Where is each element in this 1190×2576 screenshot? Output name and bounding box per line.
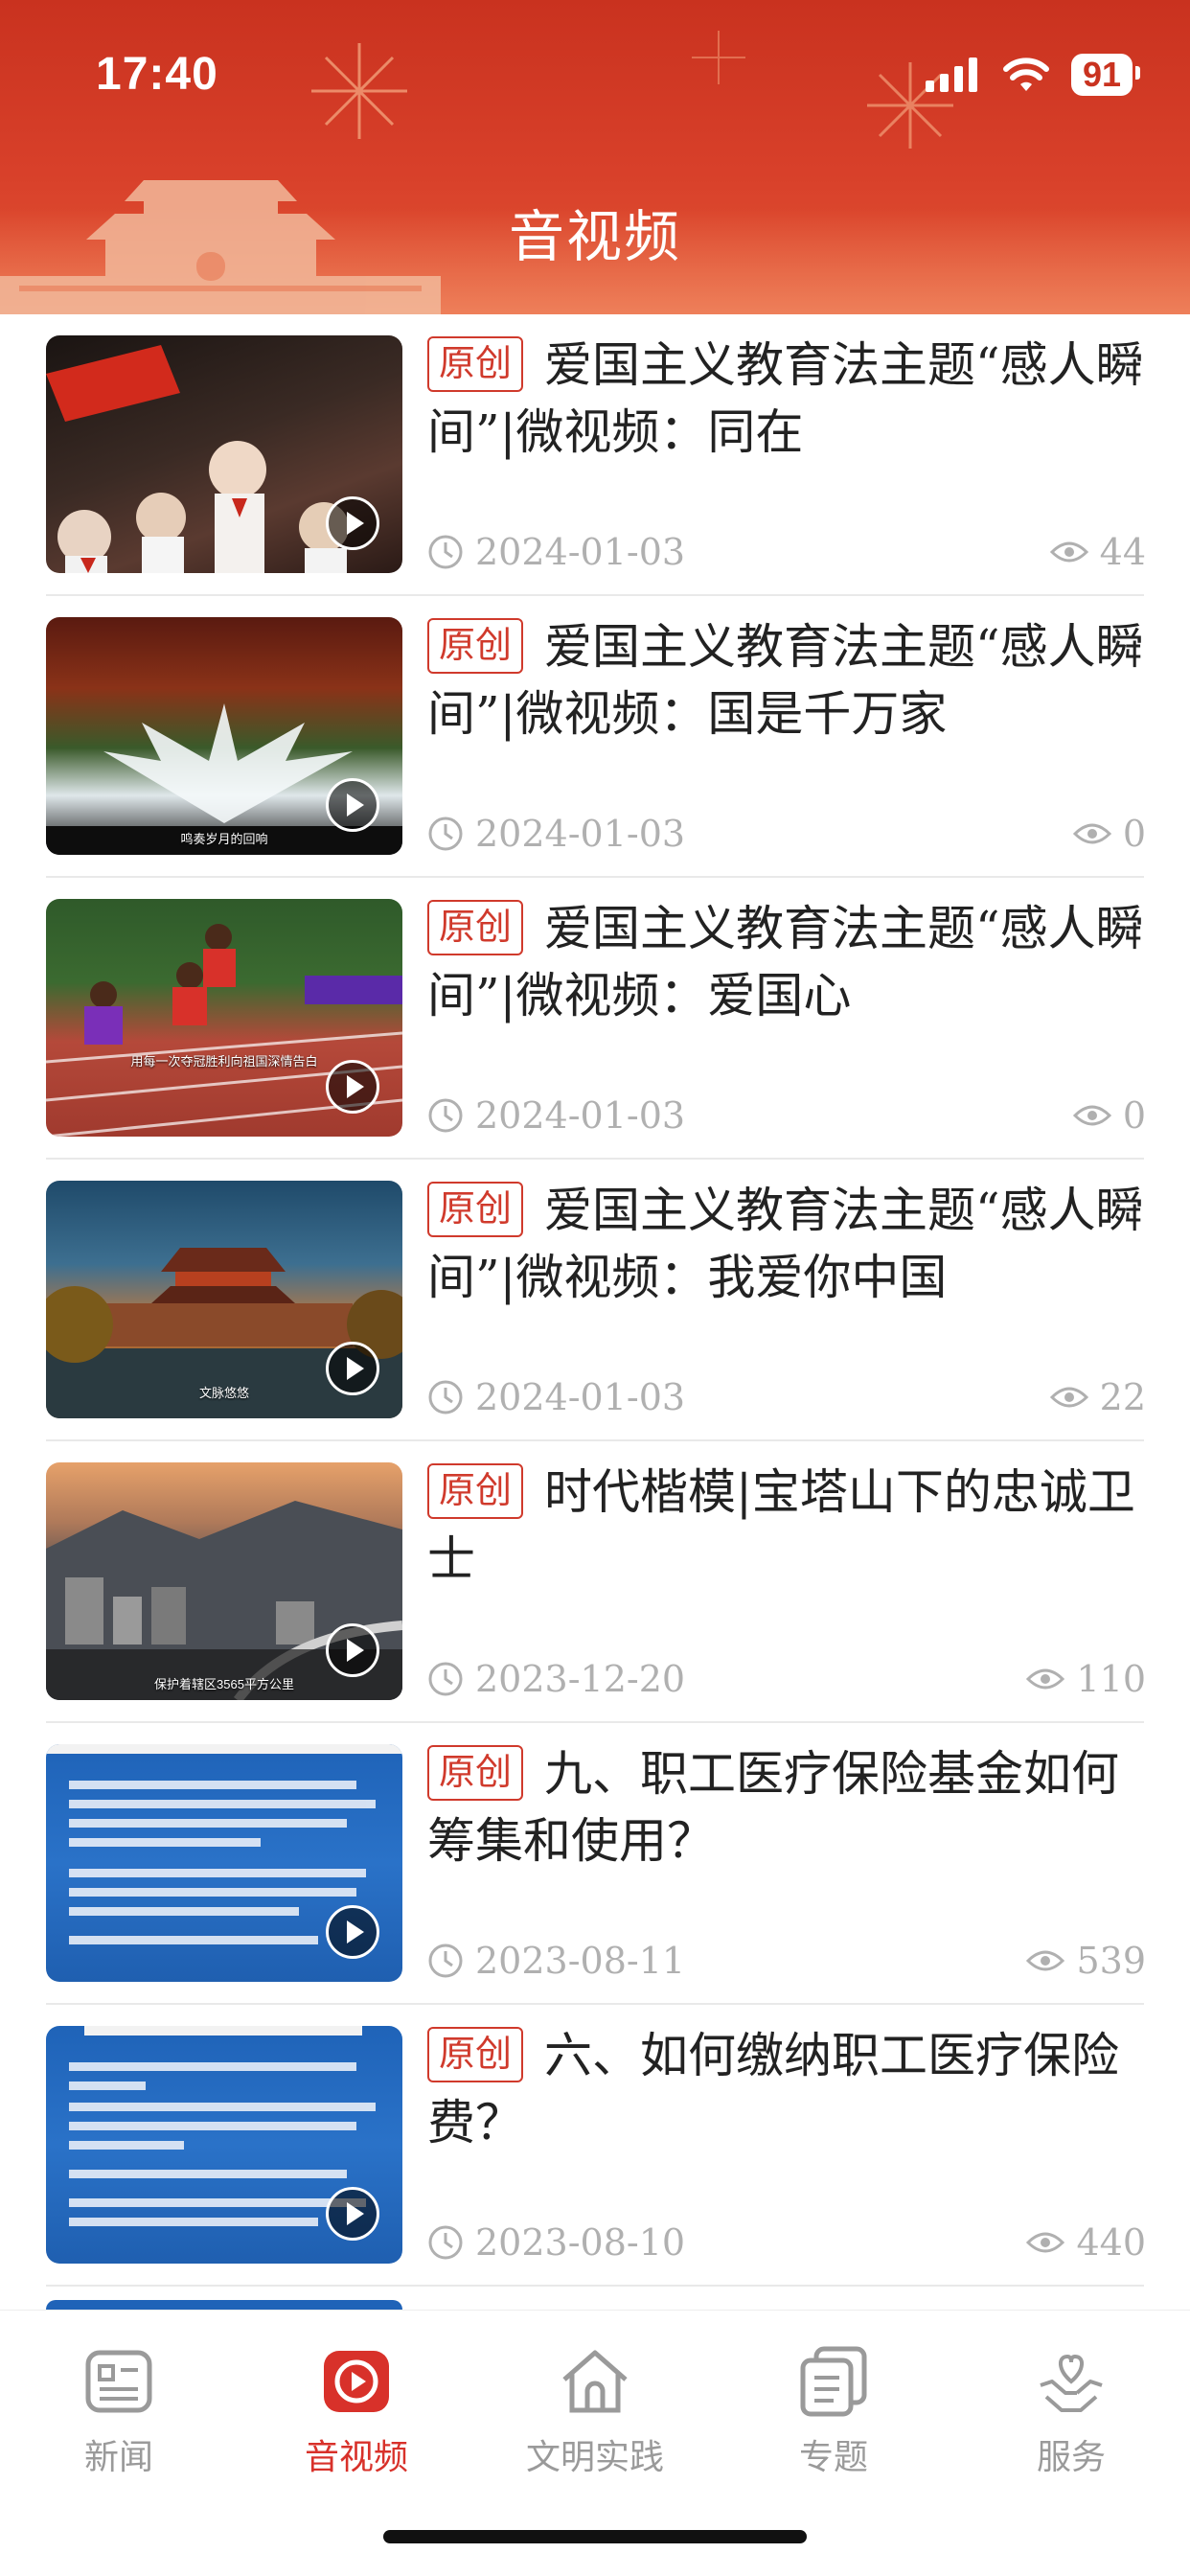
firework-decoration bbox=[692, 31, 745, 84]
original-tag: 原创 bbox=[427, 1182, 524, 1237]
list-item[interactable]: 保护着辖区3565平方公里 原创 时代楷模|宝塔山下的忠诚卫士 2023-12-2… bbox=[46, 1441, 1146, 1723]
eye-icon bbox=[1026, 1668, 1065, 1690]
item-views: 44 bbox=[1099, 531, 1146, 573]
battery-indicator: 91 bbox=[1070, 54, 1141, 96]
header-banner: 17:40 91 音视频 bbox=[0, 0, 1190, 314]
item-title: 六、如何缴纳职工医疗保险费？ bbox=[427, 2028, 1120, 2150]
wifi-icon bbox=[1002, 58, 1049, 91]
tab-service[interactable]: 服务 bbox=[975, 2343, 1167, 2479]
list-item[interactable]: 鸣奏岁月的回响 原创 爱国主义教育法主题“感人瞬间”|微视频：国是千万家 2024… bbox=[46, 596, 1146, 878]
item-date: 2024-01-03 bbox=[475, 1094, 686, 1137]
play-icon bbox=[326, 1342, 379, 1395]
clock-icon bbox=[428, 1380, 463, 1414]
clock-icon bbox=[428, 1662, 463, 1696]
video-thumbnail[interactable] bbox=[46, 335, 402, 573]
video-icon bbox=[324, 2351, 389, 2412]
item-views: 0 bbox=[1122, 813, 1146, 855]
item-date: 2023-12-20 bbox=[475, 1658, 686, 1700]
original-tag: 原创 bbox=[427, 618, 524, 674]
tab-label: 新闻 bbox=[83, 2438, 153, 2477]
signal-icon bbox=[925, 58, 977, 92]
clock-icon bbox=[428, 816, 463, 851]
eye-icon bbox=[1072, 823, 1111, 844]
list-item[interactable]: 原创 爱国主义教育法主题“感人瞬间”|微视频：同在 2024-01-03 44 bbox=[46, 314, 1146, 596]
item-date: 2023-08-11 bbox=[475, 1940, 686, 1982]
play-icon bbox=[326, 778, 379, 832]
play-icon bbox=[326, 1905, 379, 1959]
item-date: 2024-01-03 bbox=[475, 1376, 686, 1418]
clock-icon bbox=[428, 535, 463, 569]
tab-label: 文明实践 bbox=[525, 2438, 664, 2477]
clock-icon bbox=[428, 1098, 463, 1133]
eye-icon bbox=[1026, 1950, 1065, 1971]
news-icon bbox=[85, 2350, 152, 2413]
play-icon bbox=[326, 496, 379, 550]
tab-civilization[interactable]: 文明实践 bbox=[499, 2343, 691, 2479]
eye-icon bbox=[1049, 1387, 1088, 1408]
item-title: 爱国主义教育法主题“感人瞬间”|微视频：爱国心 bbox=[427, 901, 1144, 1024]
video-thumbnail[interactable]: 用每一次夺冠胜利向祖国深情告白 bbox=[46, 899, 402, 1137]
page-title: 音视频 bbox=[508, 204, 681, 269]
clock-icon bbox=[428, 1944, 463, 1978]
item-views: 0 bbox=[1122, 1094, 1146, 1137]
item-date: 2024-01-03 bbox=[475, 531, 686, 573]
tab-label: 音视频 bbox=[304, 2438, 408, 2477]
tab-news[interactable]: 新闻 bbox=[23, 2343, 215, 2479]
video-thumbnail[interactable] bbox=[46, 1744, 402, 1982]
tab-label: 服务 bbox=[1036, 2438, 1106, 2477]
list-item[interactable]: 用每一次夺冠胜利向祖国深情告白 原创 爱国主义教育法主题“感人瞬间”|微视频：爱国… bbox=[46, 878, 1146, 1160]
tab-topics[interactable]: 专题 bbox=[738, 2343, 929, 2479]
video-thumbnail[interactable]: 鸣奏岁月的回响 bbox=[46, 617, 402, 855]
video-thumbnail[interactable] bbox=[46, 2026, 402, 2264]
item-title: 爱国主义教育法主题“感人瞬间”|微视频：我爱你中国 bbox=[427, 1183, 1144, 1305]
home-indicator[interactable] bbox=[383, 2530, 807, 2543]
item-views: 440 bbox=[1076, 2221, 1146, 2264]
original-tag: 原创 bbox=[427, 900, 524, 955]
item-date: 2023-08-10 bbox=[475, 2221, 686, 2264]
play-icon bbox=[326, 1623, 379, 1677]
item-date: 2024-01-03 bbox=[475, 813, 686, 855]
original-tag: 原创 bbox=[427, 1745, 524, 1801]
topic-icon bbox=[800, 2346, 867, 2417]
list-item[interactable]: 文脉悠悠 原创 爱国主义教育法主题“感人瞬间”|微视频：我爱你中国 2024-01… bbox=[46, 1160, 1146, 1441]
tab-label: 专题 bbox=[798, 2438, 868, 2477]
eye-icon bbox=[1049, 541, 1088, 563]
tab-video[interactable]: 音视频 bbox=[261, 2343, 452, 2479]
status-icons: 91 bbox=[925, 54, 1141, 96]
item-title: 九、职工医疗保险基金如何筹集和使用？ bbox=[427, 1746, 1120, 1869]
eye-icon bbox=[1072, 1105, 1111, 1126]
status-time: 17:40 bbox=[96, 49, 218, 100]
item-views: 539 bbox=[1076, 1940, 1146, 1982]
list-item[interactable]: 原创 六、如何缴纳职工医疗保险费？ 2023-08-10 440 bbox=[46, 2005, 1146, 2287]
play-icon bbox=[326, 1060, 379, 1114]
item-title: 爱国主义教育法主题“感人瞬间”|微视频：国是千万家 bbox=[427, 619, 1144, 742]
firework-decoration bbox=[311, 43, 407, 139]
home-icon bbox=[562, 2350, 628, 2413]
service-icon bbox=[1040, 2354, 1103, 2412]
original-tag: 原创 bbox=[427, 2027, 524, 2082]
item-views: 22 bbox=[1099, 1376, 1146, 1418]
play-icon bbox=[326, 2187, 379, 2241]
item-views: 110 bbox=[1076, 1658, 1146, 1700]
clock-icon bbox=[428, 2225, 463, 2260]
list-item[interactable]: 原创 九、职工医疗保险基金如何筹集和使用？ 2023-08-11 539 bbox=[46, 1723, 1146, 2005]
original-tag: 原创 bbox=[427, 336, 524, 392]
original-tag: 原创 bbox=[427, 1463, 524, 1519]
video-thumbnail[interactable]: 保护着辖区3565平方公里 bbox=[46, 1462, 402, 1700]
item-title: 爱国主义教育法主题“感人瞬间”|微视频：同在 bbox=[427, 337, 1144, 460]
video-thumbnail[interactable]: 文脉悠悠 bbox=[46, 1181, 402, 1418]
item-title: 时代楷模|宝塔山下的忠诚卫士 bbox=[427, 1464, 1135, 1587]
eye-icon bbox=[1026, 2232, 1065, 2253]
